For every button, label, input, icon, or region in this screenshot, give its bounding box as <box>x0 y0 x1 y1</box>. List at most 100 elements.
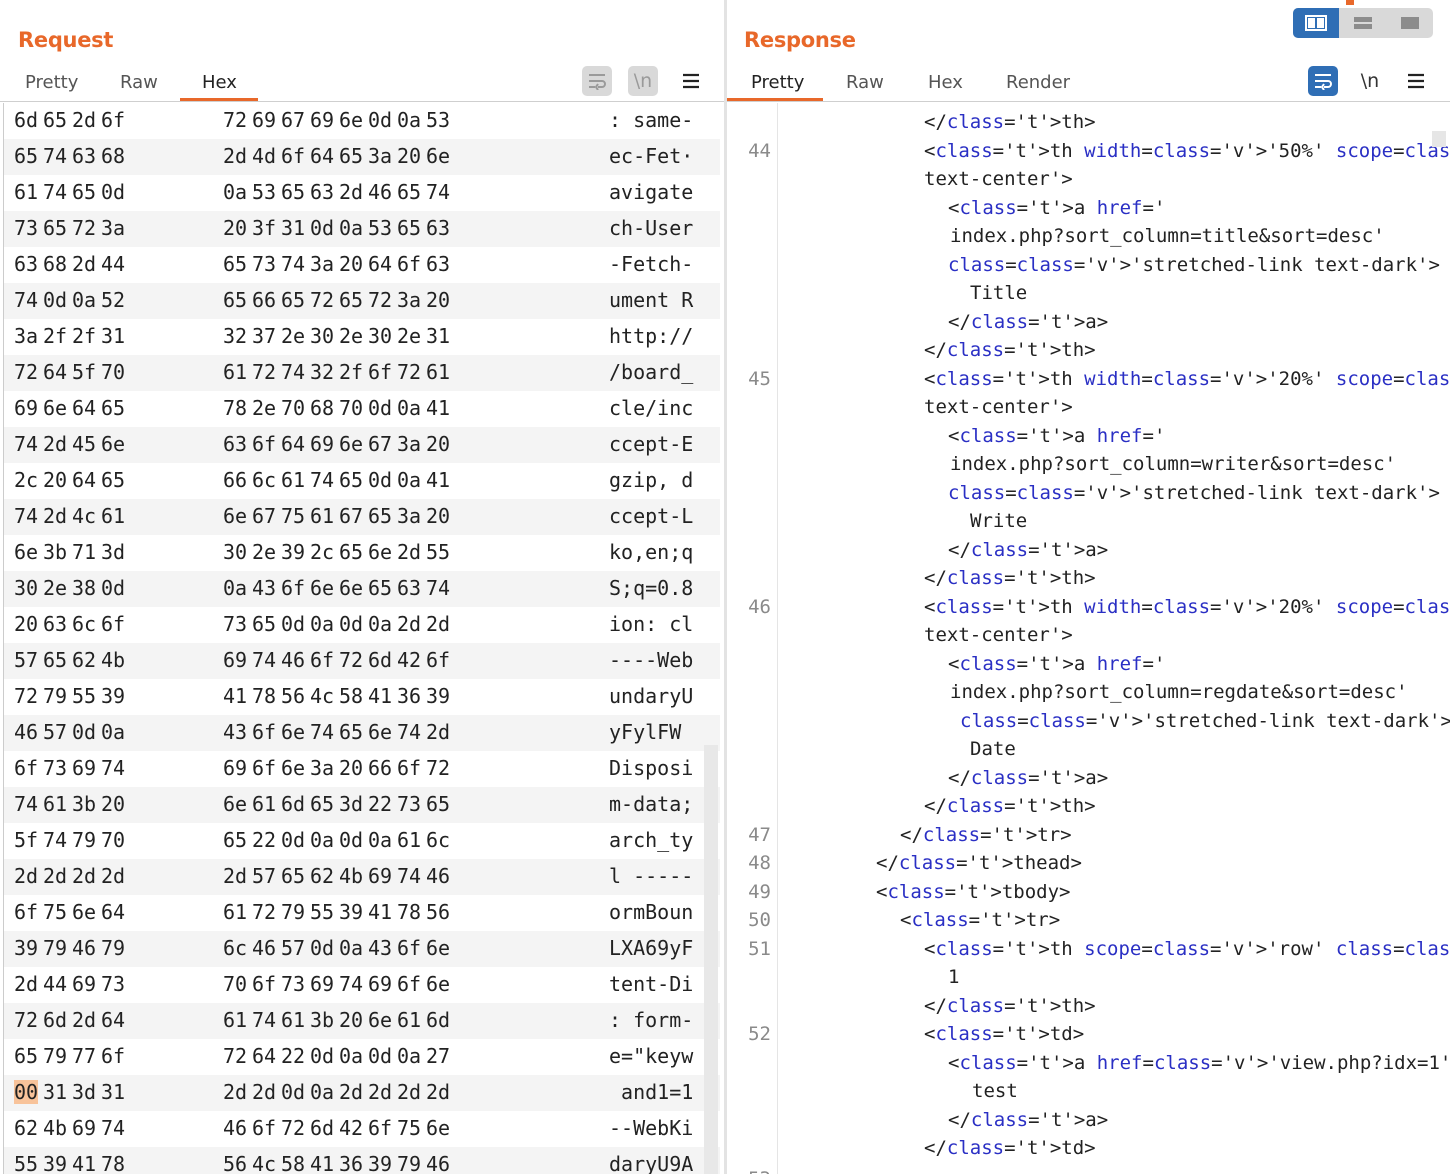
hex-byte[interactable]: 72 <box>426 756 450 780</box>
hex-byte[interactable]: 0a <box>223 576 247 600</box>
hex-byte[interactable]: 46 <box>252 936 276 960</box>
hex-byte[interactable]: 31 <box>281 216 305 240</box>
hex-byte[interactable]: 0a <box>397 1044 421 1068</box>
hex-byte[interactable]: 2d <box>72 108 96 132</box>
ascii-text[interactable]: : form- <box>609 1008 712 1032</box>
hex-byte[interactable]: 2e <box>281 324 305 348</box>
hex-byte[interactable]: 69 <box>310 432 334 456</box>
ascii-text[interactable]: --WebKi <box>609 1116 712 1140</box>
hex-byte[interactable]: 0d <box>339 612 363 636</box>
hex-byte[interactable]: 3a <box>397 432 421 456</box>
hex-byte[interactable]: 61 <box>426 360 450 384</box>
hex-byte[interactable]: 5f <box>14 828 38 852</box>
hex-byte[interactable]: 3d <box>72 1080 96 1104</box>
ascii-text[interactable]: cle/inc <box>609 396 712 420</box>
hex-byte[interactable]: 72 <box>14 1008 38 1032</box>
hex-byte[interactable]: 55 <box>310 900 334 924</box>
code-line[interactable]: text-center'> <box>924 168 1073 190</box>
ascii-text[interactable]: daryU9A <box>609 1152 712 1174</box>
hex-byte[interactable]: 67 <box>368 432 392 456</box>
code-editor[interactable]: </class='t'>th> <class='t'>th width=class… <box>727 103 1450 1174</box>
hex-byte[interactable]: 0d <box>281 1080 305 1104</box>
hex-byte[interactable]: 2d <box>43 432 67 456</box>
hex-byte[interactable]: 73 <box>252 252 276 276</box>
hex-byte[interactable]: 6e <box>223 792 247 816</box>
hex-byte[interactable]: 65 <box>281 864 305 888</box>
ascii-text[interactable]: ec-Fet· <box>609 144 712 168</box>
hex-byte[interactable]: 6c <box>252 468 276 492</box>
ascii-text[interactable]: tent-Di <box>609 972 712 996</box>
hex-byte[interactable]: 22 <box>368 792 392 816</box>
hex-byte[interactable]: 41 <box>426 396 450 420</box>
hex-byte[interactable]: 20 <box>397 144 421 168</box>
hex-byte[interactable]: 69 <box>368 972 392 996</box>
code-line[interactable]: text-center'> <box>924 624 1073 646</box>
hex-byte[interactable]: 79 <box>101 936 125 960</box>
hex-byte[interactable]: 73 <box>101 972 125 996</box>
hex-byte[interactable]: 56 <box>426 900 450 924</box>
hex-byte[interactable]: 69 <box>252 108 276 132</box>
hex-byte[interactable]: 3d <box>339 792 363 816</box>
hex-byte[interactable]: 61 <box>223 900 247 924</box>
hex-byte[interactable]: 39 <box>14 936 38 960</box>
hex-byte[interactable]: 72 <box>368 288 392 312</box>
hex-row[interactable]: 6f 75 6e 64 61 72 79 55 39 41 78 56 ormBoun <box>4 895 720 931</box>
hex-byte[interactable]: 65 <box>223 828 247 852</box>
hex-byte[interactable]: 32 <box>223 324 247 348</box>
hex-byte[interactable]: 2f <box>43 324 67 348</box>
hex-byte[interactable]: 4d <box>252 144 276 168</box>
tab-hex[interactable]: Hex <box>928 72 963 93</box>
ascii-text[interactable]: m-data; <box>609 792 712 816</box>
hex-byte[interactable]: 46 <box>426 1152 450 1174</box>
hex-byte[interactable]: 70 <box>223 972 247 996</box>
hex-byte[interactable]: 6f <box>426 648 450 672</box>
hex-byte[interactable]: 2d <box>397 1080 421 1104</box>
hex-row[interactable]: 65 79 77 6f 72 64 22 0d 0a 0d 0a 27 e="keyw <box>4 1039 720 1075</box>
hex-byte[interactable]: 55 <box>72 684 96 708</box>
hex-byte[interactable]: 2c <box>14 468 38 492</box>
hex-byte[interactable]: 6f <box>101 1044 125 1068</box>
hex-byte[interactable]: 74 <box>397 720 421 744</box>
hex-byte[interactable]: 0d <box>339 828 363 852</box>
hex-byte[interactable]: 2e <box>43 576 67 600</box>
hex-byte[interactable]: 0a <box>397 468 421 492</box>
hex-byte[interactable]: 57 <box>43 720 67 744</box>
hex-row[interactable]: 2d 44 69 73 70 6f 73 69 74 69 6f 6e tent-Di <box>4 967 720 1003</box>
hex-byte[interactable]: 0a <box>339 936 363 960</box>
hex-byte[interactable]: 6f <box>397 936 421 960</box>
hex-byte[interactable]: 6e <box>339 432 363 456</box>
hex-byte[interactable]: 79 <box>43 936 67 960</box>
hex-byte[interactable]: 68 <box>101 144 125 168</box>
hex-byte[interactable]: 79 <box>43 684 67 708</box>
hex-byte[interactable]: 65 <box>368 576 392 600</box>
ascii-text[interactable]: http:// <box>609 324 712 348</box>
hex-row[interactable]: 6f 73 69 74 69 6f 6e 3a 20 66 6f 72 Disposi <box>4 751 720 787</box>
hex-byte[interactable]: 62 <box>14 1116 38 1140</box>
code-line[interactable]: </class='t'>th> <box>924 339 1096 361</box>
hex-byte[interactable]: 78 <box>101 1152 125 1174</box>
hex-byte[interactable]: 65 <box>72 180 96 204</box>
hex-byte[interactable]: 31 <box>426 324 450 348</box>
hex-byte[interactable]: 2d <box>426 612 450 636</box>
hex-byte[interactable]: 0a <box>397 108 421 132</box>
hex-byte[interactable]: 2e <box>252 396 276 420</box>
code-line[interactable]: index.php?sort_column=title&sort=desc' <box>950 225 1385 247</box>
hex-byte[interactable]: 0d <box>368 1044 392 1068</box>
hex-byte[interactable]: 38 <box>72 576 96 600</box>
hex-byte[interactable]: 6f <box>252 720 276 744</box>
code-line[interactable]: Write <box>970 510 1027 532</box>
hex-byte[interactable]: 2c <box>310 540 334 564</box>
hex-byte[interactable]: 61 <box>223 360 247 384</box>
hex-byte[interactable]: 20 <box>339 1008 363 1032</box>
hex-byte[interactable]: 65 <box>43 108 67 132</box>
hex-byte[interactable]: 65 <box>14 144 38 168</box>
code-line[interactable]: </class='t'>th> <box>924 795 1096 817</box>
hex-byte[interactable]: 72 <box>14 684 38 708</box>
hex-byte[interactable]: 6f <box>281 576 305 600</box>
hex-byte[interactable]: 6d <box>368 648 392 672</box>
hex-byte[interactable]: 0d <box>310 936 334 960</box>
hex-byte[interactable]: 68 <box>43 252 67 276</box>
code-line[interactable]: </class='t'>tr> <box>900 824 1072 846</box>
code-line[interactable]: index.php?sort_column=regdate&sort=desc' <box>950 681 1408 703</box>
hex-row[interactable]: 20 63 6c 6f 73 65 0d 0a 0d 0a 2d 2d ion: cl <box>4 607 720 643</box>
